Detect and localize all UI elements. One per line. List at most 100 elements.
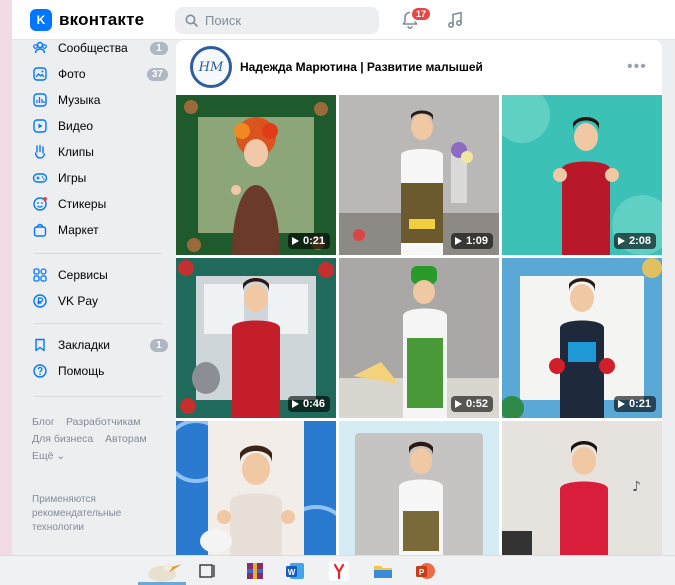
clip-thumbnail bbox=[176, 258, 336, 418]
more-options-icon[interactable]: ••• bbox=[627, 58, 647, 76]
duration-badge: 2:08 bbox=[613, 233, 656, 249]
services-icon bbox=[33, 268, 47, 282]
clip-thumbnail bbox=[339, 258, 499, 418]
clip-tile[interactable]: 2:08 bbox=[502, 95, 662, 255]
footer-link-authors[interactable]: Авторам bbox=[105, 433, 147, 445]
footer-link-blog[interactable]: Блог bbox=[32, 416, 55, 428]
file-explorer-icon[interactable] bbox=[372, 560, 394, 582]
sidebar-item-label: Сообщества bbox=[58, 41, 128, 55]
duration-badge: 1:09 bbox=[450, 233, 493, 249]
footer-link-developers[interactable]: Разработчикам bbox=[66, 416, 141, 428]
sidebar-item-services[interactable]: Сервисы bbox=[32, 264, 168, 286]
task-view-icon[interactable] bbox=[196, 560, 218, 582]
footer-link-business[interactable]: Для бизнеса bbox=[32, 433, 93, 445]
clip-tile[interactable]: 0:52 bbox=[339, 258, 499, 418]
word-icon[interactable]: W bbox=[284, 560, 306, 582]
duration-badge: 0:52 bbox=[450, 396, 493, 412]
powerpoint-icon[interactable]: P bbox=[414, 560, 436, 582]
archiver-icon[interactable] bbox=[244, 560, 266, 582]
sidebar-item-video[interactable]: Видео bbox=[32, 115, 168, 137]
sidebar-item-label: Закладки bbox=[58, 338, 110, 352]
duration-badge: 0:21 bbox=[287, 233, 330, 249]
sidebar-item-bookmarks[interactable]: Закладки 1 bbox=[32, 334, 168, 356]
sidebar-divider bbox=[34, 253, 162, 254]
duration-badge: 0:46 bbox=[287, 396, 330, 412]
search-icon bbox=[185, 14, 198, 27]
sidebar-item-games[interactable]: Игры bbox=[32, 167, 168, 189]
clip-tile[interactable]: 0:46 bbox=[176, 258, 336, 418]
duration-text: 1:09 bbox=[465, 235, 488, 247]
sidebar-item-label: Фото bbox=[58, 67, 86, 81]
notifications-badge: 17 bbox=[410, 6, 433, 22]
svg-text:W: W bbox=[288, 568, 296, 577]
windows-taskbar: W P bbox=[0, 555, 675, 585]
clip-thumbnail bbox=[502, 258, 662, 418]
clip-tile[interactable]: 0:21 bbox=[176, 95, 336, 255]
play-icon bbox=[291, 237, 299, 245]
yandex-browser-icon[interactable] bbox=[328, 560, 350, 582]
vk-logo[interactable]: K вконтакте bbox=[30, 9, 144, 31]
sidebar-item-label: Музыка bbox=[58, 93, 101, 107]
group-avatar-monogram: НМ bbox=[198, 59, 224, 75]
music-icon bbox=[33, 93, 47, 107]
search-box[interactable] bbox=[175, 7, 379, 34]
duration-text: 0:21 bbox=[302, 235, 325, 247]
vk-logo-icon: K bbox=[30, 9, 52, 31]
clip-tile[interactable]: 0:21 bbox=[502, 258, 662, 418]
sidebar-item-help[interactable]: Помощь bbox=[32, 360, 168, 382]
play-icon bbox=[291, 400, 299, 408]
play-icon bbox=[454, 237, 462, 245]
play-icon bbox=[617, 237, 625, 245]
music-icon[interactable] bbox=[445, 10, 465, 30]
clips-icon bbox=[34, 144, 46, 159]
sidebar-item-label: Видео bbox=[58, 119, 94, 133]
bookmark-icon bbox=[35, 338, 45, 352]
duration-text: 0:21 bbox=[628, 398, 651, 410]
sidebar-item-music[interactable]: Музыка bbox=[32, 89, 168, 111]
clips-grid: 0:21 1:09 2:08 0:46 0:52 0:21 ♪ bbox=[176, 95, 662, 555]
svg-text:♪: ♪ bbox=[632, 479, 641, 495]
play-icon bbox=[617, 400, 625, 408]
sidebar-item-vkpay[interactable]: VK Pay bbox=[32, 290, 168, 312]
duration-text: 2:08 bbox=[628, 235, 651, 247]
sidebar-item-clips[interactable]: Клипы bbox=[32, 141, 168, 163]
sidebar-divider bbox=[34, 323, 162, 324]
sidebar-item-count: 1 bbox=[150, 338, 168, 352]
clip-thumbnail: ♪ bbox=[502, 421, 662, 555]
sidebar-item-count: 1 bbox=[150, 41, 168, 55]
footer-link-more[interactable]: Ещё ⌄ bbox=[32, 450, 65, 462]
clip-tile[interactable]: ♪ bbox=[502, 421, 662, 555]
clip-tile[interactable] bbox=[176, 421, 336, 555]
clip-thumbnail bbox=[502, 95, 662, 255]
clip-thumbnail bbox=[176, 421, 336, 555]
vkpay-icon bbox=[33, 294, 47, 308]
clip-thumbnail bbox=[339, 421, 499, 555]
pelican-image bbox=[138, 563, 186, 585]
group-name[interactable]: Надежда Марютина | Развитие малышей bbox=[240, 60, 483, 74]
clip-tile[interactable]: 1:09 bbox=[339, 95, 499, 255]
sidebar-item-market[interactable]: Маркет bbox=[32, 219, 168, 241]
photo-icon bbox=[33, 67, 47, 81]
sidebar-divider bbox=[34, 396, 162, 397]
group-avatar[interactable]: НМ bbox=[190, 46, 232, 88]
sidebar-item-photos[interactable]: Фото 37 bbox=[32, 63, 168, 85]
sidebar-item-count: 37 bbox=[146, 67, 168, 81]
sidebar-item-label: Клипы bbox=[58, 145, 94, 159]
top-header: K вконтакте 17 bbox=[12, 0, 675, 40]
sidebar-item-stickers[interactable]: Стикеры bbox=[32, 193, 168, 215]
shopping-bag-icon bbox=[33, 223, 47, 237]
sidebar-item-label: Игры bbox=[58, 171, 87, 185]
search-input[interactable] bbox=[205, 13, 365, 28]
sticker-icon bbox=[33, 197, 47, 211]
sidebar-item-label: VK Pay bbox=[58, 294, 99, 308]
sidebar-item-label: Стикеры bbox=[58, 197, 107, 211]
vk-logo-text: вконтакте bbox=[59, 10, 145, 29]
sidebar-item-label: Маркет bbox=[58, 223, 99, 237]
video-icon bbox=[33, 119, 47, 133]
chevron-down-icon: ⌄ bbox=[56, 450, 66, 462]
clip-thumbnail bbox=[339, 95, 499, 255]
sidebar-item-communities[interactable]: Сообщества 1 bbox=[32, 37, 168, 59]
clip-tile[interactable] bbox=[339, 421, 499, 555]
left-sidebar: Сообщества 1 Фото 37 Музыка Видео Клипы … bbox=[12, 40, 172, 555]
clip-thumbnail bbox=[176, 95, 336, 255]
